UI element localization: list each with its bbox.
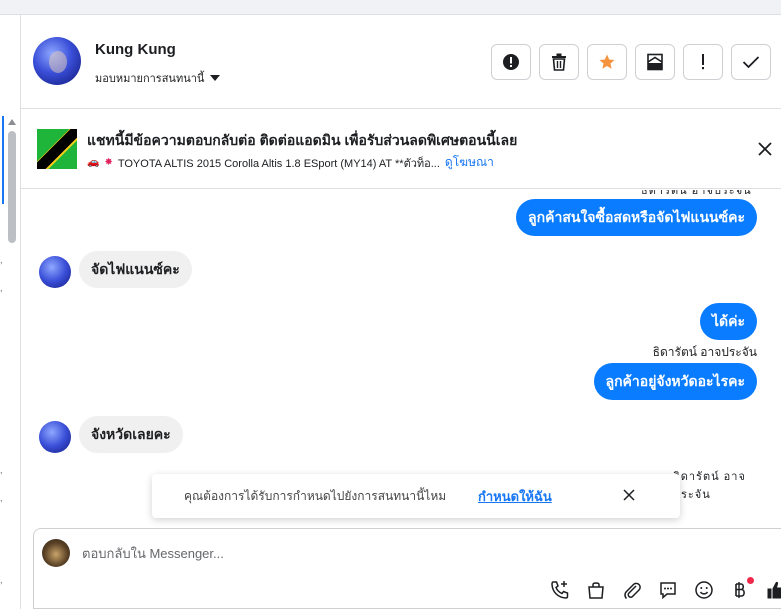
call-add-icon [551,581,569,599]
caret-down-icon [210,75,221,81]
top-strip [0,0,781,15]
rail-marker: , [0,283,3,293]
message-bubble-incoming[interactable]: จัดไฟแนนซ์คะ [79,251,192,288]
message-thread: ธิดารัตน์ อาจประจัน ลูกค้าสนใจซื้อสดหรือ… [21,190,781,520]
conversation-header: Kung Kung มอบหมายการสนทนานี้ [21,15,781,109]
header-actions [491,44,771,80]
thumbs-up-icon [767,581,781,599]
shopping-bag-icon [588,582,604,599]
assign-dropdown[interactable]: มอบหมายการสนทนานี้ [95,69,221,87]
message-bubble-outgoing[interactable]: ลูกค้าสนใจซื้อสดหรือจัดไฟแนนซ์คะ [516,199,757,236]
delete-button[interactable] [539,44,579,80]
contact-avatar-small [39,421,71,453]
contact-avatar-small [39,256,71,288]
star-button[interactable] [587,44,627,80]
check-icon [742,56,760,69]
archive-icon [647,53,663,71]
attach-button[interactable] [614,577,650,603]
page-avatar [42,539,70,567]
payment-button[interactable] [722,577,758,603]
ad-thumbnail[interactable] [37,129,77,169]
clipped-sender-name: ธิดารัตน์ อาจประจัน [673,471,746,501]
composer-toolbar [542,577,781,603]
emoji-button[interactable] [686,577,722,603]
left-rail: , , , , , [0,15,21,609]
clipped-sender-name: ธิดารัตน์ อาจประจัน [641,190,752,197]
scrollbar-thumb[interactable] [8,131,16,243]
scrollbar[interactable] [8,119,16,249]
assign-label: มอบหมายการสนทนานี้ [95,73,205,85]
close-toast-button[interactable] [621,487,637,503]
baht-icon [735,582,745,598]
attachment-icon [624,582,641,600]
saved-replies-button[interactable] [650,577,686,603]
rail-marker: , [0,575,3,585]
rail-marker: , [0,255,3,265]
star-icon [599,54,615,69]
banner-title: แชทนี้มีข้อความตอบกลับต่อ ติดต่อแอดมิน เ… [87,132,518,148]
assign-prompt-toast: คุณต้องการได้รับการกำหนดไปยังการสนทนานี้… [152,474,680,518]
contact-name[interactable]: Kung Kung [95,41,176,58]
assign-to-me-link[interactable]: กำหนดให้ฉัน [478,486,552,507]
truck-emoji-icon: 🚗 [87,157,100,168]
alert-circle-icon [503,54,519,70]
assign-prompt-text: คุณต้องการได้รับการกำหนดไปยังการสนทนานี้… [184,489,447,503]
exclamation-icon [702,54,704,70]
like-button[interactable] [758,577,781,603]
banner-subtitle: TOYOTA ALTIS 2015 Corolla Altis 1.8 ESpo… [117,157,440,170]
message-bubble-outgoing[interactable]: ลูกค้าอยู่จังหวัดอะไรคะ [593,363,757,400]
banner-subtitle-row: 🚗 ✸ TOYOTA ALTIS 2015 Corolla Altis 1.8 … [87,153,494,172]
shop-button[interactable] [578,577,614,603]
sparkle-emoji-icon: ✸ [104,157,113,168]
scroll-up-arrow-icon[interactable] [8,119,16,125]
reply-input[interactable] [82,543,682,563]
close-icon [758,142,772,156]
speech-bubble-icon [660,582,676,600]
selected-indicator [2,116,4,204]
rail-marker: , [0,493,3,503]
report-button[interactable] [491,44,531,80]
move-to-done-button[interactable] [635,44,675,80]
close-banner-button[interactable] [755,139,775,159]
mark-spam-button[interactable] [683,44,723,80]
call-button[interactable] [542,577,578,603]
sender-name: ธิดารัตน์ อาจประจัน [652,345,757,359]
contact-avatar[interactable] [33,37,81,85]
ad-context-banner: แชทนี้มีข้อความตอบกลับต่อ ติดต่อแอดมิน เ… [21,109,781,189]
emoji-icon [695,581,713,599]
trash-icon [552,53,566,71]
view-ad-link[interactable]: ดูโฆษณา [445,153,494,172]
message-bubble-outgoing[interactable]: ได้ค่ะ [699,303,757,340]
reply-composer [33,528,781,609]
rail-marker: , [0,465,3,475]
notification-dot [747,577,754,584]
mark-done-button[interactable] [731,44,771,80]
message-bubble-incoming[interactable]: จังหวัดเลยคะ [79,416,183,453]
close-icon [623,489,635,501]
